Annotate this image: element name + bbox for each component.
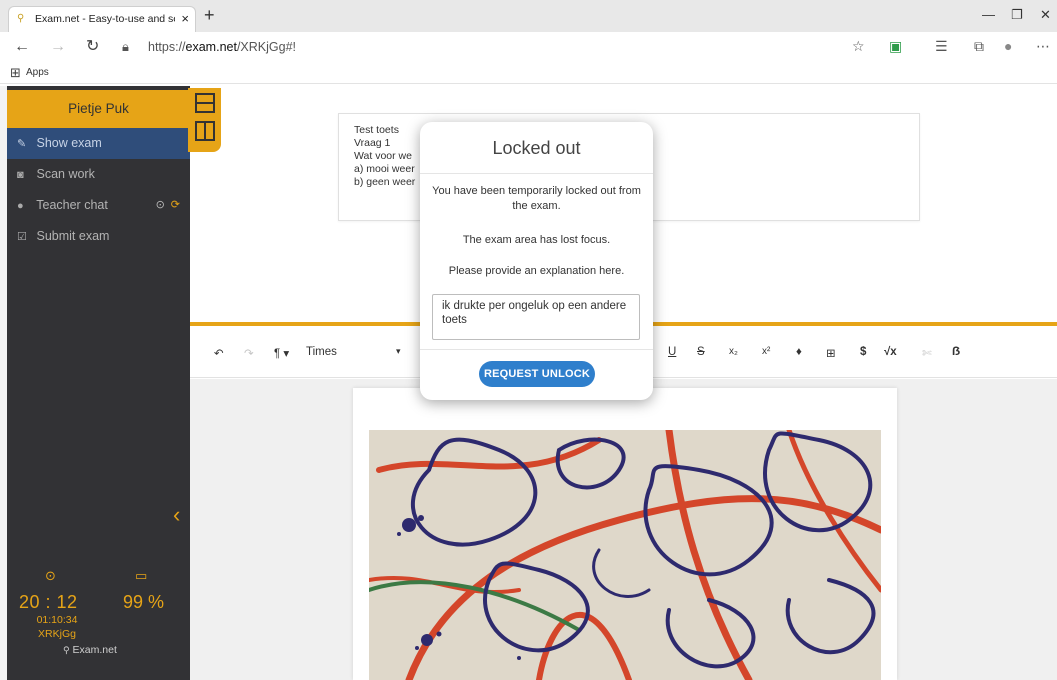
sync-icon[interactable]: ⟳: [171, 199, 180, 211]
battery-level: 99 %: [123, 592, 165, 612]
sidebar-item-label: Teacher chat: [36, 198, 108, 212]
bookmarks-bar: ⊞ Apps: [0, 62, 1057, 84]
dialog-divider: [420, 349, 653, 350]
dialog-title: Locked out: [492, 138, 581, 158]
elapsed-time: 01:10:34: [36, 614, 78, 626]
minimize-icon[interactable]: —: [982, 7, 995, 22]
exam-net-favicon-icon: ⚲: [17, 13, 25, 24]
sidebar-item-label: Scan work: [36, 167, 95, 181]
collapse-sidebar-chevron-icon[interactable]: ‹: [173, 502, 180, 528]
brand-logo: ⚲ Exam.net: [63, 644, 117, 656]
student-name: Pietje Puk: [7, 90, 190, 128]
tab-title: Exam.net - Easy-to-use and secu: [35, 13, 175, 25]
chat-icon: ●: [17, 200, 24, 212]
browser-tab[interactable]: ⚲ Exam.net - Easy-to-use and secu ×: [8, 6, 196, 32]
sidebar-item-submit-exam[interactable]: ☑ Submit exam: [7, 221, 190, 252]
explanation-textarea[interactable]: ik drukte per ongeluk op een andere toet…: [432, 294, 640, 340]
url-text: https://exam.net/XRKjGg#!: [148, 40, 297, 54]
sidebar-item-label: Show exam: [36, 136, 102, 150]
forward-icon[interactable]: →: [50, 38, 66, 56]
sidebar-item-show-exam[interactable]: ✎ Show exam: [7, 128, 190, 159]
new-tab-button[interactable]: +: [204, 6, 215, 24]
back-icon[interactable]: ←: [14, 38, 30, 56]
exam-code: XRKjGg: [38, 628, 76, 640]
check-square-icon: ☑: [17, 231, 27, 243]
page-left-edge: [0, 86, 7, 680]
edit-icon: ✎: [17, 138, 27, 150]
favorites-list-icon[interactable]: ☰: [935, 38, 948, 55]
window-close-icon[interactable]: ✕: [1040, 7, 1051, 23]
sidebar-item-scan-work[interactable]: ◙ Scan work: [7, 159, 190, 190]
extension-icon[interactable]: ▣: [889, 38, 902, 55]
camera-icon: ◙: [17, 169, 24, 181]
exam-sidebar: Pietje Puk ✎ Show exam ◙ Scan work ● Tea…: [7, 86, 190, 680]
tab-close-icon[interactable]: ×: [181, 11, 189, 26]
locked-out-dialog: Locked out You have been temporarily loc…: [420, 122, 653, 400]
sidebar-item-teacher-chat[interactable]: ● Teacher chat ⊙ ⟳: [7, 190, 190, 221]
collections-icon[interactable]: ⧉: [974, 38, 984, 55]
apps-bookmark[interactable]: Apps: [26, 67, 49, 78]
request-unlock-button[interactable]: REQUEST UNLOCK: [479, 361, 595, 387]
dialog-divider: [420, 173, 653, 174]
explanation-prompt: Please provide an explanation here.: [448, 265, 625, 277]
sidebar-item-label: Submit exam: [36, 229, 110, 243]
clock-icon: ⊙: [45, 568, 56, 583]
restore-icon[interactable]: ❐: [1011, 7, 1023, 23]
lock-icon: 🔒︎: [122, 39, 129, 54]
browser-titlebar: ⚲ Exam.net - Easy-to-use and secu × + — …: [0, 0, 1057, 32]
more-menu-icon[interactable]: ⋯: [1036, 38, 1050, 55]
locked-out-message: You have been temporarily locked out fro…: [432, 185, 641, 212]
clock-time: 20 : 12: [19, 592, 78, 612]
refresh-icon[interactable]: ↻: [86, 38, 99, 56]
url-bar[interactable]: 🔒︎ https://exam.net/XRKjGg#!: [116, 36, 876, 58]
chat-status-icon: ⊙: [155, 199, 165, 211]
profile-avatar-icon[interactable]: ●: [1004, 38, 1012, 54]
battery-icon: ▭: [135, 568, 148, 583]
apps-grid-icon[interactable]: ⊞: [10, 65, 21, 81]
favorite-star-icon[interactable]: ☆: [852, 38, 865, 55]
lost-focus-message: The exam area has lost focus.: [462, 234, 611, 246]
exam-net-logo-icon: ⚲: [63, 645, 70, 655]
